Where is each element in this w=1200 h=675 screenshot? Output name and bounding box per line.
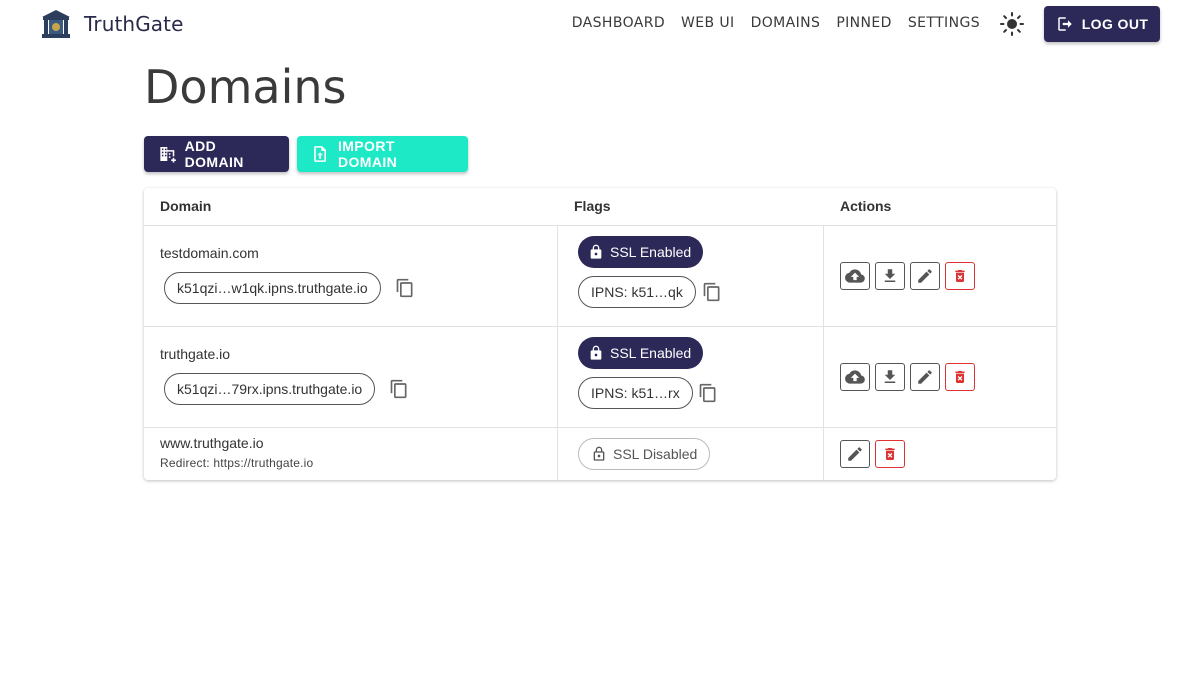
domain-name: www.truthgate.io [160, 435, 264, 451]
cloud-upload-icon [845, 269, 865, 283]
divider [144, 225, 1056, 226]
column-header-flags: Flags [574, 198, 611, 214]
upload-file-icon [314, 146, 327, 162]
edit-button[interactable] [910, 363, 940, 391]
nav-domains[interactable]: DOMAINS [751, 15, 821, 31]
add-domain-label: ADD DOMAIN [184, 138, 244, 170]
delete-button[interactable] [945, 363, 975, 391]
brand[interactable]: TruthGate [40, 8, 184, 40]
gateway-chip[interactable]: k51qzi…79rx.ipns.truthgate.io [164, 373, 376, 405]
download-icon [884, 370, 896, 383]
nav-pinned[interactable]: PINNED [836, 15, 892, 31]
ipns-chip[interactable]: IPNS: k51…qk [578, 276, 696, 308]
lock-open-icon [593, 446, 605, 461]
logout-button[interactable]: LOG OUT [1044, 6, 1160, 42]
logout-label: LOG OUT [1081, 16, 1149, 32]
download-button[interactable] [875, 262, 905, 290]
ssl-enabled-chip: SSL Enabled [578, 337, 704, 369]
ssl-enabled-chip: SSL Enabled [578, 236, 704, 268]
publish-button[interactable] [840, 363, 870, 391]
edit-icon [918, 370, 932, 384]
theme-sun-icon[interactable] [1000, 12, 1024, 36]
domain-name: truthgate.io [160, 346, 231, 362]
download-icon [884, 269, 896, 282]
delete-icon [955, 371, 965, 383]
ssl-disabled-chip: SSL Disabled [578, 438, 711, 470]
divider [144, 326, 1056, 327]
publish-button[interactable] [840, 262, 870, 290]
ssl-label: SSL Enabled [610, 345, 692, 361]
download-button[interactable] [875, 363, 905, 391]
gateway-chip[interactable]: k51qzi…w1qk.ipns.truthgate.io [164, 272, 381, 304]
copy-icon[interactable] [702, 282, 722, 302]
nav-dashboard[interactable]: DASHBOARD [572, 15, 665, 31]
add-domain-button[interactable]: ADD DOMAIN [144, 136, 289, 172]
page-title: Domains [144, 60, 347, 114]
edit-button[interactable] [910, 262, 940, 290]
ssl-label: SSL Disabled [613, 446, 698, 462]
divider [557, 225, 558, 480]
divider [823, 225, 824, 480]
column-header-domain: Domain [160, 198, 212, 214]
copy-icon[interactable] [395, 278, 415, 298]
delete-icon [955, 270, 965, 282]
lock-icon [590, 345, 602, 360]
domains-table: Domain Flags Actions testdomain.com k51q… [144, 188, 1056, 480]
ssl-label: SSL Enabled [610, 244, 692, 260]
add-building-icon [160, 147, 176, 163]
import-domain-button[interactable]: IMPORT DOMAIN [297, 136, 468, 172]
building-logo-icon [42, 10, 70, 38]
edit-icon [918, 269, 932, 283]
logout-icon [1057, 17, 1072, 31]
redirect-text: Redirect: https://truthgate.io [160, 456, 314, 470]
top-app-bar: TruthGate DASHBOARD WEB UI DOMAINS PINNE… [0, 0, 1200, 48]
copy-icon[interactable] [389, 379, 409, 399]
cloud-upload-icon [845, 370, 865, 384]
main-nav: DASHBOARD WEB UI DOMAINS PINNED SETTINGS [556, 15, 980, 31]
edit-button[interactable] [840, 440, 870, 468]
delete-icon [885, 448, 895, 460]
column-header-actions: Actions [840, 198, 892, 214]
ipns-chip[interactable]: IPNS: k51…rx [578, 377, 693, 409]
nav-web-ui[interactable]: WEB UI [681, 15, 735, 31]
divider [144, 427, 1056, 428]
brand-name: TruthGate [84, 12, 184, 36]
edit-icon [848, 447, 862, 461]
delete-button[interactable] [875, 440, 905, 468]
import-domain-label: IMPORT DOMAIN [337, 138, 398, 170]
delete-button[interactable] [945, 262, 975, 290]
lock-icon [590, 244, 602, 259]
domain-name: testdomain.com [160, 245, 259, 261]
copy-icon[interactable] [698, 383, 718, 403]
nav-settings[interactable]: SETTINGS [908, 15, 980, 31]
